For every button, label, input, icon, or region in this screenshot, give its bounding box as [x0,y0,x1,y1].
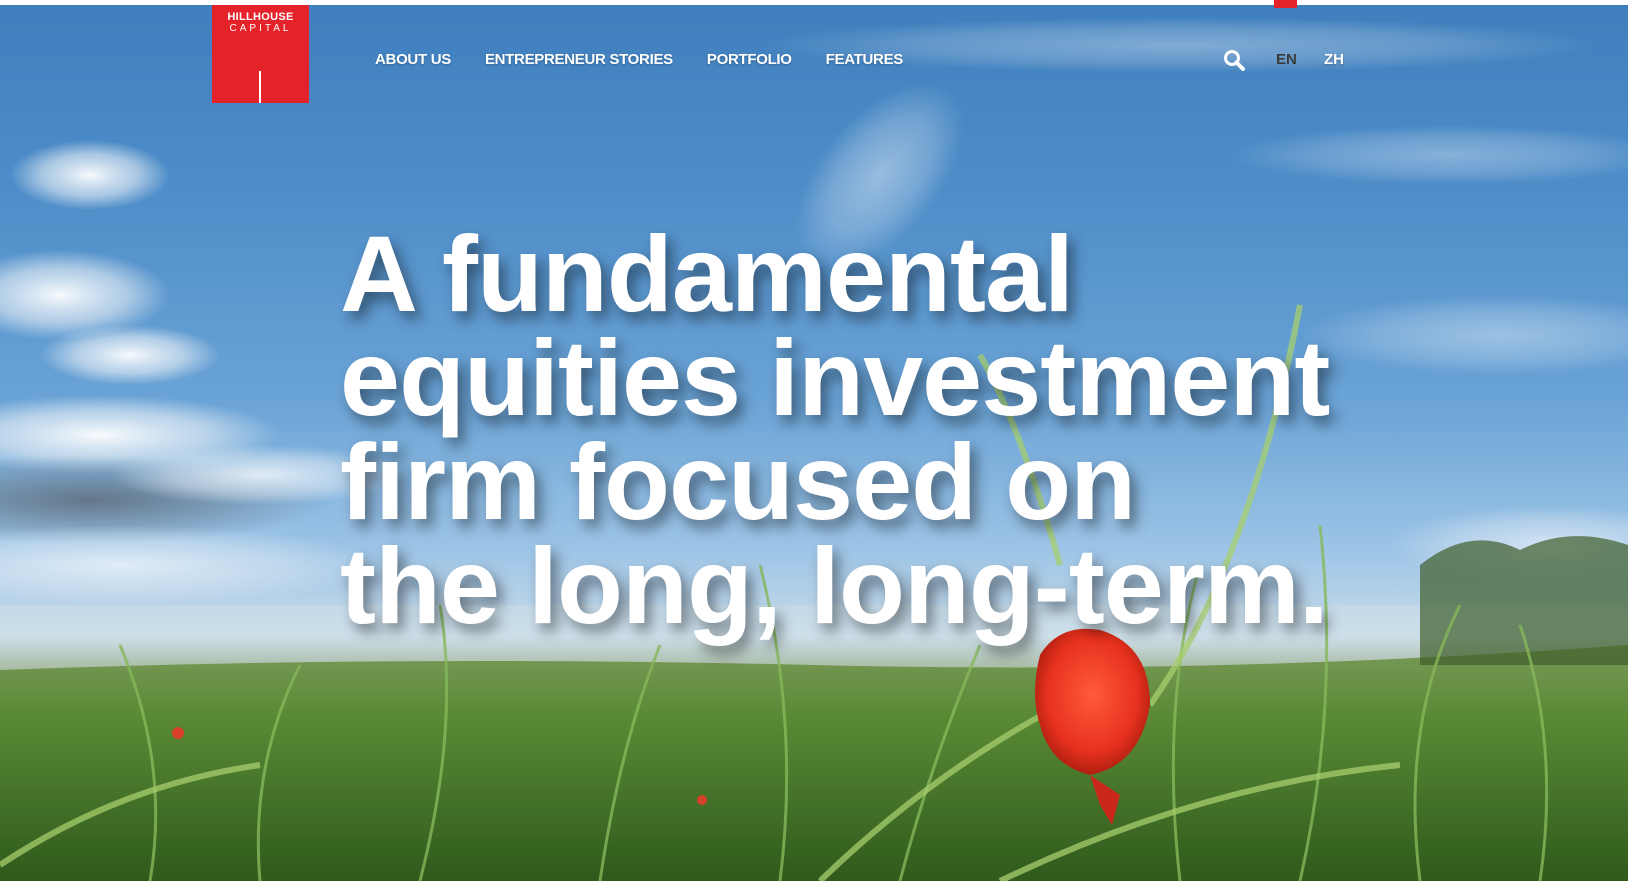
hero-headline: A fundamental equities investment firm f… [340,213,1490,646]
logo-line-2: CAPITAL [229,23,292,34]
hillhouse-logo[interactable]: HILLHOUSE CAPITAL [212,5,309,103]
nav-item-entrepreneur-stories[interactable]: ENTREPRENEUR STORIES [485,49,673,71]
headline-line: the long, long-term. [340,525,1329,646]
headline-line: firm focused on [340,421,1136,542]
language-zh-link[interactable]: ZH [1324,49,1344,71]
search-icon [1224,50,1245,71]
language-en-link[interactable]: EN [1276,49,1297,71]
page: HILLHOUSE CAPITAL ABOUT US ENTREPRENEUR … [0,0,1628,881]
nav-item-about-us[interactable]: ABOUT US [375,49,451,71]
language-selected-indicator [1274,0,1297,8]
headline-line: equities investment [340,317,1330,438]
logo-line-1: HILLHOUSE [227,11,294,23]
nav-item-features[interactable]: FEATURES [826,49,904,71]
main-nav: ABOUT US ENTREPRENEUR STORIES PORTFOLIO … [375,49,937,71]
headline-line: A fundamental [340,213,1074,334]
logo-wordmark: HILLHOUSE CAPITAL [212,11,309,35]
nav-item-portfolio[interactable]: PORTFOLIO [707,49,792,71]
search-button[interactable] [1222,48,1248,74]
logo-bar-mark [259,71,261,103]
